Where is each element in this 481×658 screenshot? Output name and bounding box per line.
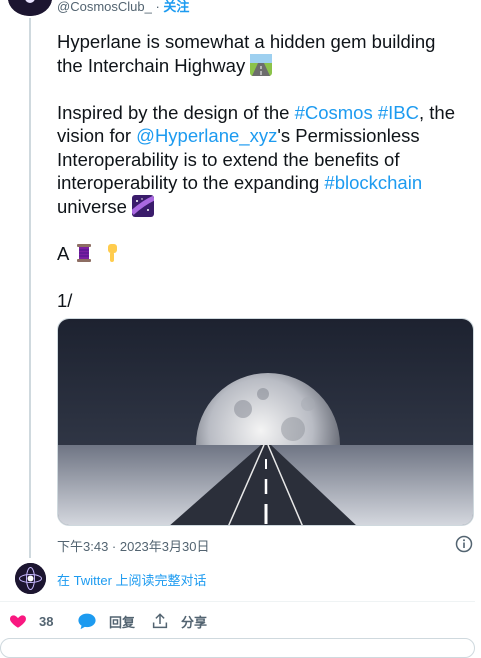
tweet-line: Hyperlane is somewhat a hidden gem build… — [57, 30, 472, 54]
road-emoji — [250, 53, 273, 76]
next-card-edge — [0, 638, 475, 658]
milky-way-emoji — [130, 194, 156, 217]
tweet-text: Hyperlane is somewhat a hidden gem build… — [57, 30, 472, 312]
author-avatar-small[interactable] — [15, 563, 46, 594]
heart-icon — [10, 615, 26, 628]
reply-label: 回复 — [109, 614, 136, 630]
tweet-line: Interoperability is to extend the benefi… — [57, 148, 472, 172]
reply-icon — [78, 613, 96, 630]
tweet-text-span: vision for — [57, 125, 137, 146]
read-full-conversation-link[interactable]: 在 Twitter 上阅读完整对话 — [57, 570, 207, 589]
tweet-line: the Interchain Highway — [57, 53, 472, 78]
tweet-line: 1/ — [57, 289, 472, 313]
author-handle-row: @CosmosClub_ · 关注 — [57, 0, 189, 15]
share-button[interactable]: 分享 — [151, 608, 207, 634]
follow-link[interactable]: 关注 — [163, 0, 189, 14]
hashtag-blockchain-link[interactable]: #blockchain — [324, 172, 422, 193]
share-icon — [152, 613, 168, 629]
tweet-line: vision for @Hyperlane_xyz's Permissionle… — [57, 124, 472, 148]
tweet-text-span: Hyperlane is somewhat a hidden gem build… — [57, 31, 436, 52]
tweet-text-span: universe — [57, 195, 127, 217]
hashtag-ibc-link[interactable]: #IBC — [378, 102, 419, 123]
author-avatar[interactable] — [8, 0, 52, 16]
tweet-line: Inspired by the design of the #Cosmos #I… — [57, 101, 472, 125]
reply-button[interactable]: 回复 — [77, 608, 135, 634]
share-label: 分享 — [181, 614, 208, 630]
pointing-down-emoji — [101, 242, 123, 264]
tweet-timestamp[interactable]: 下午3:43 · 2023年3月30日 — [57, 536, 209, 555]
moon-highway-illustration — [58, 319, 473, 525]
tweet-text-span: Inspired by the design of the — [57, 101, 295, 123]
divider — [0, 601, 475, 602]
tweet-text-span: Interoperability is to extend the benefi… — [57, 148, 400, 170]
tweet-line: interoperability to the expanding #block… — [57, 171, 472, 195]
tweet-text-span: the Interchain Highway — [57, 54, 246, 76]
author-handle[interactable]: @CosmosClub_ — [57, 0, 152, 14]
thread-emoji — [73, 242, 95, 264]
tweet-text-span: 's Permissionless — [277, 125, 420, 146]
like-button[interactable]: 38 — [9, 608, 53, 634]
tweet-image[interactable] — [57, 318, 474, 526]
tweet-text-span: , the — [419, 101, 455, 123]
info-icon[interactable] — [455, 535, 473, 553]
tweet-text-span: interoperability to the expanding — [57, 172, 325, 193]
tweet-line: universe — [57, 194, 472, 219]
tweet-actions: 38 回复 分享 — [0, 608, 481, 636]
tweet-text-span: 1/ — [57, 289, 73, 311]
like-count: 38 — [39, 613, 54, 629]
tweet-line: A — [57, 242, 472, 266]
hashtag-cosmos-link[interactable]: #Cosmos — [295, 102, 373, 123]
thread-connector-line — [29, 18, 31, 558]
handle-separator: · — [151, 0, 164, 14]
mention-hyperlane-link[interactable]: @Hyperlane_xyz — [136, 125, 277, 146]
tweet-text-span: A — [57, 242, 69, 264]
